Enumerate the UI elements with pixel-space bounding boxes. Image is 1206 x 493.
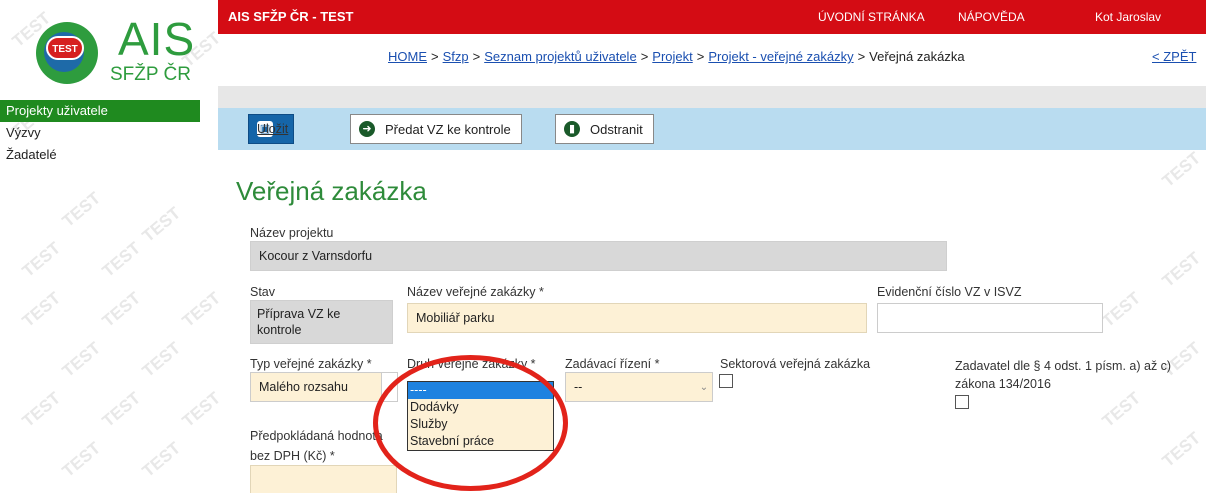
highlight-circle (373, 355, 568, 491)
leftnav-item-calls[interactable]: Výzvy (0, 122, 200, 144)
watermark-text: TEST (18, 238, 65, 281)
isvz-number-label: Evidenční číslo VZ v ISVZ (877, 285, 1022, 299)
contracting-authority-label: Zadavatel dle § 4 odst. 1 písm. a) až c)… (955, 359, 1172, 391)
contract-type-select[interactable]: Malého rozsahu ⌄ (250, 372, 398, 402)
save-button[interactable]: ▣ Uložit (248, 114, 294, 144)
toolbar-spacer (218, 86, 1206, 108)
watermark-text: TEST (98, 288, 145, 331)
contract-name-input[interactable]: Mobiliář parku (407, 303, 867, 333)
estimated-value-input[interactable] (250, 465, 397, 493)
status-field: Příprava VZ ke kontrole (250, 300, 393, 344)
back-link[interactable]: < ZPĚT (1152, 49, 1196, 64)
page-title: Veřejná zakázka (236, 176, 427, 206)
breadcrumb-project[interactable]: Projekt (652, 49, 692, 64)
watermark-text: TEST (1098, 388, 1145, 431)
watermark-text: TEST (98, 388, 145, 431)
watermark-text: TEST (138, 203, 185, 246)
action-toolbar: ▣ Uložit ➜ Předat VZ ke kontrole ▮ Odstr… (218, 108, 1206, 150)
watermark-text: TEST (1158, 148, 1205, 191)
breadcrumb: HOME > Sfzp > Seznam projektů uživatele > Proj… (388, 49, 965, 64)
status-label: Stav (250, 285, 276, 299)
left-navigation: Projekty uživatele Výzvy Žadatelé (0, 100, 200, 166)
logo-test-badge: TEST (46, 36, 84, 60)
project-name-field: Kocour z Varnsdorfu (250, 241, 947, 271)
chevron-down-icon: ⌄ (696, 373, 712, 401)
ais-logo[interactable]: TEST AIS SFŽP ČR (0, 0, 218, 92)
watermark-text: TEST (1098, 288, 1145, 331)
top-bar: AIS SFŽP ČR - TEST ÚVODNÍ STRÁNKA NÁPOVĚ… (218, 0, 1206, 34)
submit-for-review-button[interactable]: ➜ Předat VZ ke kontrole (350, 114, 522, 144)
watermark-text: TEST (98, 238, 145, 281)
watermark-text: TEST (178, 288, 225, 331)
nav-home-link[interactable]: ÚVODNÍ STRÁNKA (818, 10, 925, 24)
trash-icon: ▮ (564, 121, 580, 137)
contract-type-label: Typ veřejné zakázky * (250, 357, 372, 371)
watermark-text: TEST (1158, 248, 1205, 291)
watermark-text: TEST (58, 338, 105, 381)
app-title: AIS SFŽP ČR - TEST (228, 9, 354, 24)
watermark-text: TEST (18, 388, 65, 431)
isvz-number-input[interactable] (877, 303, 1103, 333)
sector-contract-label: Sektorová veřejná zakázka (720, 357, 871, 371)
breadcrumb-sfzp[interactable]: Sfzp (443, 49, 469, 64)
breadcrumb-current: Veřejná zakázka (869, 49, 965, 64)
watermark-text: TEST (138, 438, 185, 481)
breadcrumb-user-projects[interactable]: Seznam projektů uživatele (484, 49, 636, 64)
watermark-text: TEST (58, 438, 105, 481)
logo-title: AIS (118, 13, 196, 65)
project-name-label: Název projektu (250, 226, 334, 240)
procedure-label: Zadávací řízení * (565, 357, 660, 371)
breadcrumb-project-contracts[interactable]: Projekt - veřejné zakázky (708, 49, 853, 64)
watermark-text: TEST (1158, 428, 1205, 471)
nav-help-link[interactable]: NÁPOVĚDA (958, 10, 1025, 24)
watermark-text: TEST (138, 338, 185, 381)
watermark-text: TEST (58, 188, 105, 231)
user-name[interactable]: Kot Jaroslav (1095, 10, 1161, 24)
watermark-text: TEST (18, 288, 65, 331)
procedure-select[interactable]: -- ⌄ (565, 372, 713, 402)
leftnav-item-applicants[interactable]: Žadatelé (0, 144, 200, 166)
logo-subtitle: SFŽP ČR (110, 64, 191, 85)
leftnav-item-projects[interactable]: Projekty uživatele (0, 100, 200, 122)
watermark-text: TEST (178, 388, 225, 431)
contract-name-label: Název veřejné zakázky * (407, 285, 544, 299)
arrow-right-icon: ➜ (359, 121, 375, 137)
contracting-authority-checkbox[interactable] (955, 395, 969, 409)
delete-button[interactable]: ▮ Odstranit (555, 114, 654, 144)
breadcrumb-home[interactable]: HOME (388, 49, 427, 64)
sector-contract-checkbox[interactable] (719, 374, 733, 388)
